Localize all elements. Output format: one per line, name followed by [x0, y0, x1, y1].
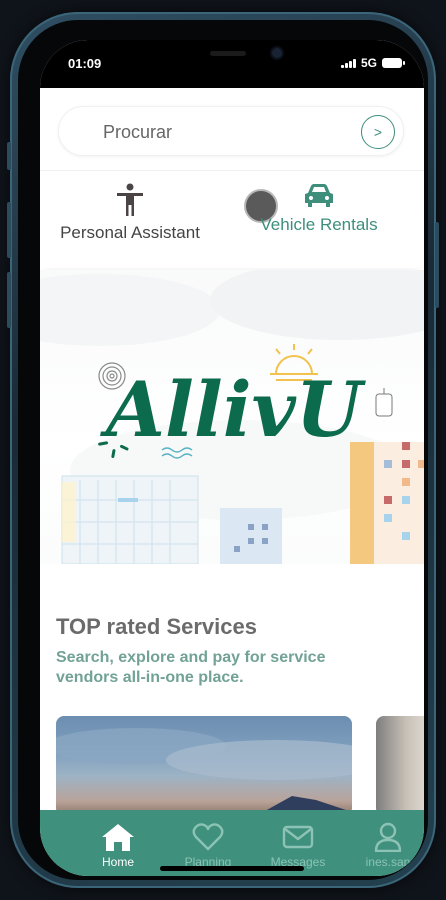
search-bar: >	[58, 106, 404, 156]
power-button	[435, 222, 439, 308]
tab-messages[interactable]: Messages	[258, 822, 338, 869]
front-camera	[272, 48, 282, 58]
section-subtitle: Search, explore and pay for service vend…	[56, 649, 326, 686]
tab-label-home: Home	[101, 855, 134, 869]
notch	[132, 40, 330, 72]
category-vehicle-rentals[interactable]: Vehicle Rentals	[254, 183, 384, 235]
section-title: TOP rated Services	[56, 614, 257, 639]
network-type: 5G	[360, 56, 377, 70]
search-input[interactable]	[103, 119, 353, 145]
person-icon	[117, 183, 143, 216]
category-label-vehicle-rentals: Vehicle Rentals	[260, 215, 378, 234]
mail-icon	[282, 825, 314, 849]
status-indicators: 5G	[340, 56, 405, 70]
car-icon	[305, 184, 333, 207]
tab-planning[interactable]: Planning	[168, 822, 248, 869]
search-submit-button[interactable]: >	[361, 115, 395, 149]
hero-banner: AllivU	[40, 270, 424, 564]
volume-up-button	[7, 202, 11, 258]
signal-icon	[340, 58, 356, 68]
home-indicator[interactable]	[160, 866, 304, 871]
mute-switch	[7, 142, 11, 170]
building-center	[220, 508, 282, 564]
category-personal-assistant[interactable]: Personal Assistant	[56, 183, 204, 243]
battery-icon	[382, 58, 405, 68]
status-bar: 01:09 5G	[40, 40, 424, 88]
service-card[interactable]	[56, 716, 352, 816]
logo-wordmark: AllivU	[100, 365, 367, 454]
tab-profile[interactable]: ines.san	[348, 822, 424, 869]
user-icon	[374, 822, 402, 852]
service-card[interactable]	[376, 716, 424, 816]
lantern-doodle	[375, 388, 393, 417]
building-right	[350, 442, 424, 564]
category-label-personal-assistant: Personal Assistant	[60, 223, 200, 242]
building-left	[61, 475, 199, 564]
tab-label-profile: ines.san	[365, 855, 411, 869]
app-content: > Personal Assistant	[40, 88, 424, 816]
heart-icon	[192, 823, 224, 851]
status-time: 01:09	[68, 56, 102, 71]
phone-screen: 01:09 5G >	[40, 40, 424, 876]
service-card-image	[56, 728, 352, 816]
phone-frame: 01:09 5G >	[7, 12, 439, 888]
home-icon	[102, 824, 134, 851]
volume-down-button	[7, 272, 11, 328]
hero-illustration: AllivU	[40, 270, 424, 564]
phone-bezel: 01:09 5G >	[18, 20, 428, 880]
tab-home[interactable]: Home	[78, 822, 158, 869]
category-strip: Personal Assistant Vehicle Rentals	[40, 170, 424, 268]
speaker-grille	[210, 51, 246, 56]
